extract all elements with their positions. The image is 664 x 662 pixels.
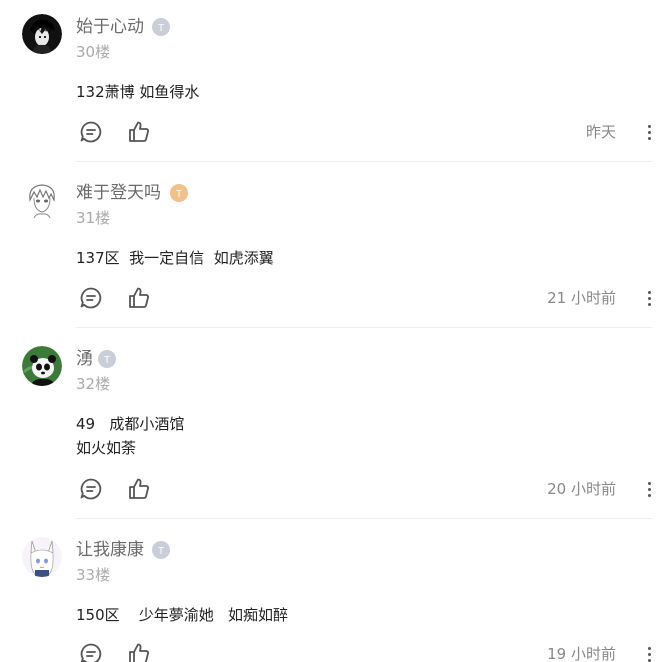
- comment-list: 始于心动 T 30楼 132萧博 如鱼得水 昨天 难于登天吗 T 31楼 137…: [0, 0, 664, 662]
- floor-number: 30楼: [76, 43, 111, 61]
- level-badge-label: T: [176, 189, 182, 200]
- comment-actions: 20 小时前: [76, 476, 664, 502]
- avatar[interactable]: [22, 180, 62, 220]
- comment-time: 昨天: [585, 123, 616, 141]
- floor-number: 32楼: [76, 375, 111, 393]
- comment-actions: 21 小时前: [76, 285, 664, 311]
- avatar[interactable]: [22, 537, 62, 577]
- like-button[interactable]: [126, 285, 152, 311]
- divider: [76, 327, 652, 328]
- reply-button[interactable]: [78, 285, 104, 311]
- comment-actions: 19 小时前: [76, 641, 664, 662]
- username[interactable]: 湧: [76, 346, 93, 372]
- comment-text: 49 成都小酒馆 如火如荼: [76, 415, 185, 457]
- floor-number: 31楼: [76, 209, 111, 227]
- like-button[interactable]: [126, 119, 152, 145]
- divider: [76, 518, 652, 519]
- more-options-button[interactable]: [644, 122, 654, 142]
- comment-actions: 昨天: [76, 119, 664, 145]
- floor-number: 33楼: [76, 566, 111, 584]
- thumbs-up-icon: [129, 287, 149, 308]
- level-badge-label: T: [104, 355, 110, 366]
- comment-bubble-icon: [80, 478, 102, 500]
- level-badge-label: T: [158, 23, 164, 34]
- reply-button[interactable]: [78, 119, 104, 145]
- like-button[interactable]: [126, 476, 152, 502]
- comment-bubble-icon: [80, 121, 102, 143]
- thumbs-up-icon: [129, 121, 149, 142]
- avatar[interactable]: [22, 14, 62, 54]
- comment-time: 19 小时前: [547, 645, 616, 662]
- comment-text: 132萧博 如鱼得水: [76, 83, 200, 101]
- comment-bubble-icon: [80, 643, 102, 662]
- username[interactable]: 让我康康: [76, 537, 144, 563]
- thumbs-up-icon: [129, 478, 149, 499]
- comment-item: 湧 T 32楼 49 成都小酒馆 如火如荼 20 小时前: [0, 332, 664, 520]
- comment-time: 20 小时前: [547, 480, 616, 498]
- comment-item: 让我康康 T 33楼 150区 少年夢渝她 如痴如醉 19 小时前: [0, 523, 664, 662]
- username[interactable]: 难于登天吗: [76, 180, 161, 206]
- more-options-button[interactable]: [644, 644, 654, 662]
- like-button[interactable]: [126, 641, 152, 662]
- thumbs-up-icon: [129, 643, 149, 662]
- level-badge-icon: T: [152, 18, 170, 36]
- comment-time: 21 小时前: [547, 289, 616, 307]
- avatar[interactable]: [22, 346, 62, 386]
- comment-text: 137区 我一定自信 如虎添翼: [76, 249, 274, 267]
- comment-bubble-icon: [80, 287, 102, 309]
- reply-button[interactable]: [78, 641, 104, 662]
- level-badge-icon: T: [152, 541, 170, 559]
- level-badge-icon: T: [170, 184, 188, 202]
- more-options-button[interactable]: [644, 479, 654, 499]
- divider: [76, 161, 652, 162]
- comment-text: 150区 少年夢渝她 如痴如醉: [76, 606, 289, 624]
- username[interactable]: 始于心动: [76, 14, 144, 40]
- level-badge-label: T: [158, 546, 164, 557]
- more-options-button[interactable]: [644, 288, 654, 308]
- comment-item: 始于心动 T 30楼 132萧博 如鱼得水 昨天: [0, 0, 664, 162]
- comment-item: 难于登天吗 T 31楼 137区 我一定自信 如虎添翼 21 小时前: [0, 166, 664, 328]
- level-badge-icon: T: [98, 350, 116, 368]
- reply-button[interactable]: [78, 476, 104, 502]
